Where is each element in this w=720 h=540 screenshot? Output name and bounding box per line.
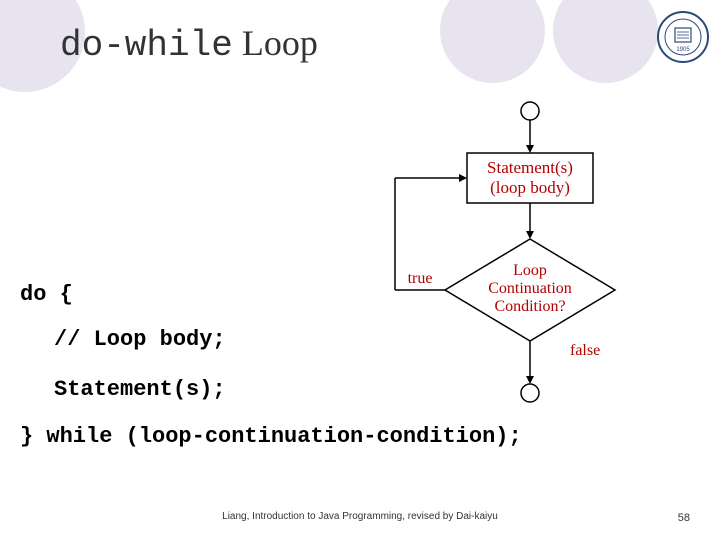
page-number: 58 (678, 512, 690, 524)
true-label: true (408, 270, 433, 287)
false-label: false (570, 342, 600, 359)
title-text-part: Loop (233, 23, 318, 63)
decorative-circle (553, 0, 658, 83)
title-code-part: do-while (60, 25, 233, 66)
svg-text:1905: 1905 (676, 47, 690, 53)
flowchart-diagram: Statement(s) (loop body) Loop Continuati… (365, 95, 695, 405)
decorative-circle (440, 0, 545, 83)
box-text-line2: (loop body) (490, 178, 570, 197)
footer-credit: Liang, Introduction to Java Programming,… (0, 511, 720, 522)
code-line-statement: Statement(s); (54, 375, 226, 406)
end-node (521, 384, 539, 402)
diamond-text-2: Continuation (488, 280, 572, 297)
code-line-while: } while (loop-continuation-condition); (20, 422, 522, 453)
university-logo: 1905 (656, 10, 710, 64)
diamond-text-3: Condition? (494, 298, 565, 315)
slide-title: do-while Loop (60, 22, 318, 66)
box-text-line1: Statement(s) (487, 158, 573, 177)
diamond-text-1: Loop (513, 262, 547, 279)
code-line-comment: // Loop body; (54, 325, 226, 356)
start-node (521, 102, 539, 120)
code-line-do: do { (20, 280, 73, 311)
